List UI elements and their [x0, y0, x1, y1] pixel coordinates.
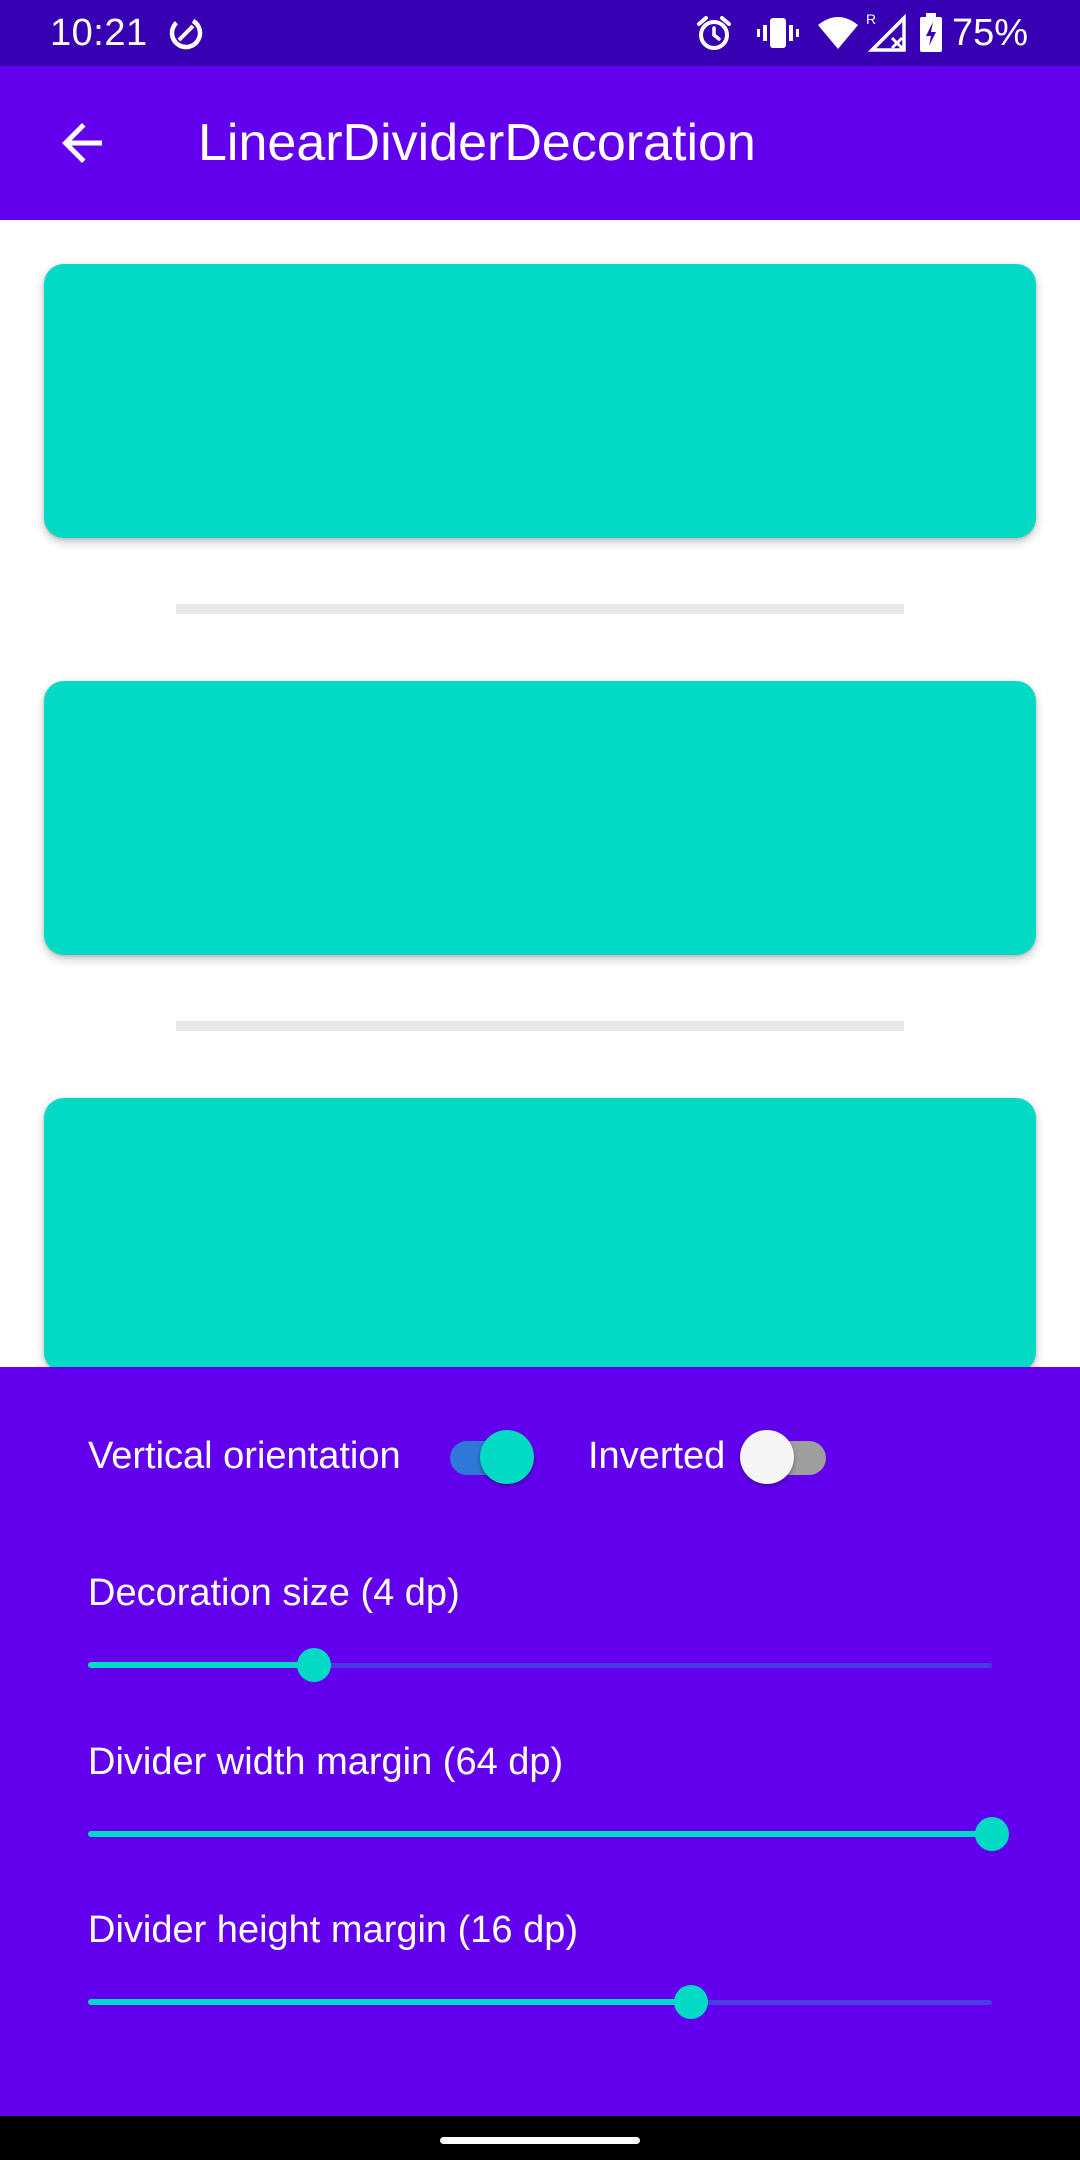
decoration-size-slider[interactable]	[88, 1645, 992, 1685]
vertical-orientation-label: Vertical orientation	[88, 1435, 401, 1477]
divider-height-margin-label: Divider height margin (16 dp)	[88, 1909, 579, 1951]
inverted-label: Inverted	[588, 1435, 726, 1477]
slider-fill	[88, 1662, 314, 1668]
vibrate-icon	[757, 18, 799, 48]
screen: 10:21 R 75% LinearDividerDecoration Vert…	[0, 0, 1080, 2160]
back-button[interactable]	[34, 95, 130, 191]
arrow-back-icon	[62, 123, 102, 163]
navigation-bar	[0, 2116, 1080, 2160]
slider-thumb[interactable]	[674, 1985, 708, 2019]
app-bar: LinearDividerDecoration	[0, 66, 1080, 220]
switch-thumb	[740, 1430, 794, 1484]
page-title: LinearDividerDecoration	[198, 114, 756, 172]
alarm-icon	[697, 16, 731, 50]
battery-charging-icon	[920, 13, 942, 52]
divider-width-margin-slider[interactable]	[88, 1814, 1009, 1854]
divider-width-margin-label: Divider width margin (64 dp)	[88, 1741, 564, 1783]
status-time: 10:21	[50, 12, 148, 54]
list-item-card	[44, 681, 1036, 955]
list-item-card	[44, 264, 1036, 538]
battery-percent: 75%	[951, 12, 1028, 54]
divider	[176, 604, 904, 614]
divider	[176, 1021, 904, 1031]
decoration-size-label: Decoration size (4 dp)	[88, 1572, 460, 1614]
switch-thumb	[480, 1430, 534, 1484]
status-bar: 10:21 R 75%	[0, 0, 1080, 66]
data-saver-icon	[169, 16, 203, 50]
control-panel: Vertical orientation Inverted Decoration…	[0, 1367, 1080, 2116]
vertical-orientation-switch[interactable]	[442, 1423, 538, 1487]
slider-thumb[interactable]	[297, 1648, 331, 1682]
list-item-card	[44, 1098, 1036, 1367]
gesture-handle[interactable]	[440, 2137, 640, 2144]
slider-fill	[88, 1831, 992, 1837]
svg-text:R: R	[866, 11, 876, 27]
slider-thumb[interactable]	[975, 1817, 1009, 1851]
signal-roaming-icon: R	[866, 11, 906, 52]
slider-fill	[88, 1999, 691, 2005]
divider-height-margin-slider[interactable]	[88, 1982, 992, 2022]
wifi-icon	[818, 17, 858, 49]
recycler-list[interactable]	[0, 220, 1080, 1367]
inverted-switch[interactable]	[738, 1423, 834, 1487]
